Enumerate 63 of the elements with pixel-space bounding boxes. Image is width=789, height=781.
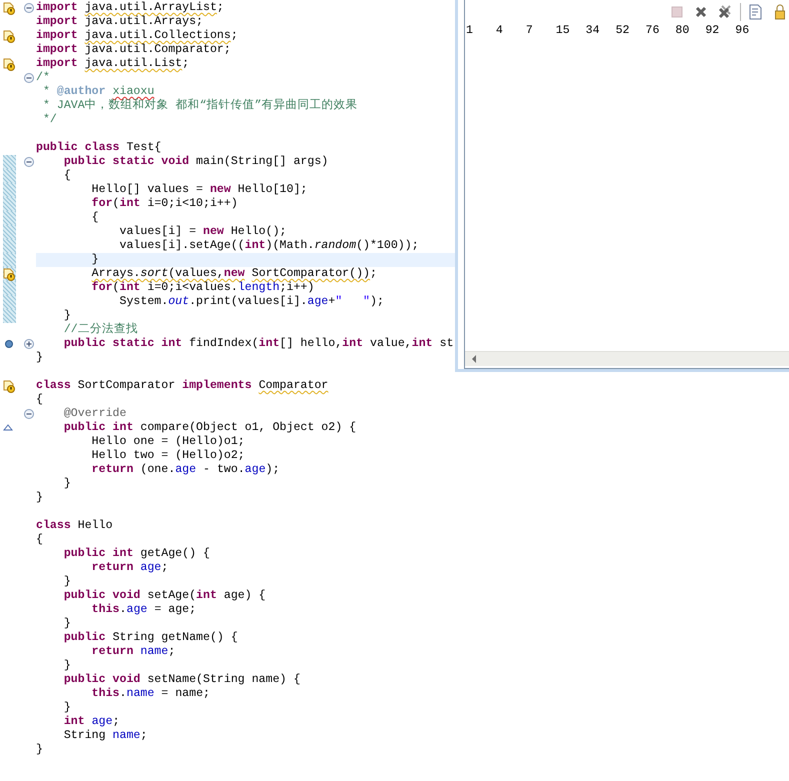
code-line: } — [62, 659, 71, 673]
code-line: class SortComparator implements Comparator — [36, 379, 328, 393]
code-line: public void setName(String name) { — [62, 673, 300, 687]
code-line: values[i] = new Hello(); — [118, 225, 287, 239]
code-line: @Override — [62, 407, 126, 421]
code-line: } — [62, 701, 71, 715]
code-line: import java.util.Arrays; — [36, 15, 203, 29]
code-line: } — [36, 743, 43, 757]
close-all-icon — [717, 4, 733, 20]
code-line: import java.util.List; — [36, 57, 190, 71]
code-line: public int compare(Object o1, Object o2) { — [62, 421, 356, 435]
code-line: public static int findIndex(int[] hello,int value,int st — [62, 337, 454, 351]
code-line: * @author xiaoxu — [42, 85, 154, 98]
collapse-icon[interactable] — [24, 3, 34, 13]
code-line: Hello two = (Hello)o2; — [90, 449, 245, 463]
code-line: //二分法查找 — [62, 323, 138, 337]
collapse-icon[interactable] — [24, 157, 34, 167]
code-line: } — [62, 575, 71, 589]
expand-icon[interactable] — [24, 339, 34, 349]
code-line: System.out.print(values[i].age+" "); — [118, 295, 384, 309]
code-line: return age; — [90, 561, 168, 575]
left-arrow-icon — [471, 355, 477, 363]
code-line: /* — [36, 71, 50, 85]
code-line: for(int i=0;i<values.length;i++) — [90, 281, 314, 295]
code-line: this.age = age; — [90, 603, 196, 617]
code-line: * JAVA中，数组和对象 都和“指针传值”有异曲同工的效果 — [42, 99, 358, 113]
code-line: this.name = name; — [90, 687, 210, 701]
code-line: import java.util.Comparator; — [36, 43, 231, 57]
code-line: return name; — [90, 645, 176, 659]
code-line: int age; — [62, 715, 120, 729]
code-line: { — [62, 169, 71, 183]
code-line: */ — [42, 113, 57, 127]
code-line: { — [90, 211, 99, 225]
code-line: public void setAge(int age) { — [62, 589, 266, 603]
code-line: for(int i=0;i<10;i++) — [90, 197, 238, 211]
code-line: } — [62, 477, 71, 491]
lock-icon — [775, 4, 785, 20]
code-line: class Hello — [36, 519, 113, 533]
code-line: } — [36, 351, 43, 365]
console-output: 1 4 7 15 34 52 76 80 92 96 — [465, 24, 750, 39]
code-line: import java.util.Collections; — [36, 29, 238, 43]
code-line: public String getName() { — [62, 631, 238, 645]
code-line: String name; — [62, 729, 148, 743]
code-line: } — [62, 617, 71, 631]
code-line: values[i].setAge((int)(Math.random()*100)); — [118, 239, 419, 253]
code-line: return (one.age - two.age); — [90, 463, 280, 477]
code-line: { — [36, 393, 43, 407]
code-line: Hello one = (Hello)o1; — [90, 435, 245, 449]
code-line: public int getAge() { — [62, 547, 210, 561]
code-line: Hello[] values = new Hello[10]; — [90, 183, 308, 197]
code-line: Arrays.sort(values,new SortComparator()); — [90, 267, 377, 281]
code-line: public class Test{ — [36, 141, 162, 155]
code-line: import java.util.ArrayList; — [36, 1, 224, 15]
code-line: } — [36, 491, 43, 505]
collapse-icon[interactable] — [24, 409, 34, 419]
code-line: public static void main(String[] args) — [62, 155, 328, 169]
close-icon — [694, 5, 708, 19]
scroll-bar[interactable] — [465, 351, 789, 366]
document-icon — [748, 4, 764, 20]
code-line: { — [36, 533, 43, 547]
code-line: } — [62, 309, 71, 323]
collapse-icon[interactable] — [24, 73, 34, 83]
stop-icon — [671, 6, 683, 18]
